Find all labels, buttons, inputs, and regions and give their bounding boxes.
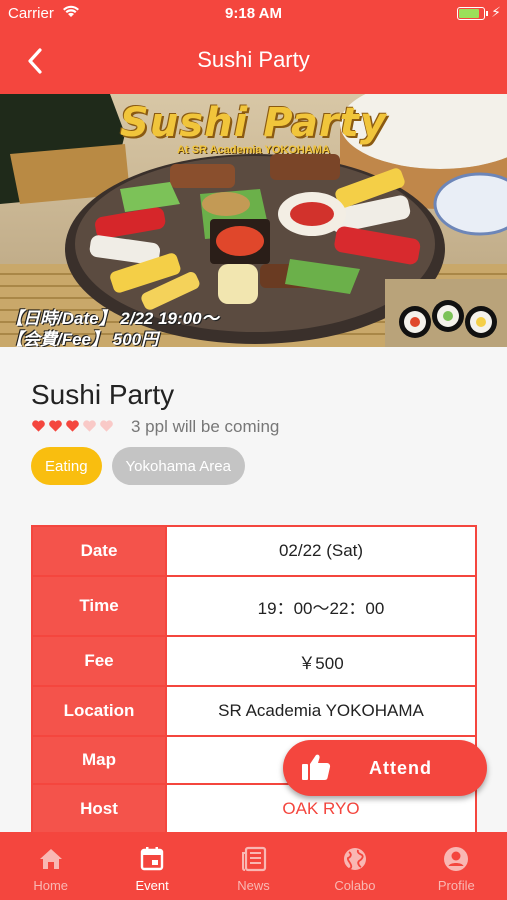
heart-empty-icon xyxy=(100,420,113,432)
table-row: Fee ￥500 xyxy=(31,635,477,687)
attend-button[interactable]: Attend xyxy=(283,740,487,796)
detail-key: Time xyxy=(31,575,167,637)
tab-event[interactable]: Event xyxy=(101,832,202,900)
tag-eating[interactable]: Eating xyxy=(31,447,102,485)
news-icon xyxy=(241,846,266,872)
tab-news[interactable]: News xyxy=(203,832,304,900)
tab-label: Colabo xyxy=(334,878,376,893)
detail-value: 02/22 (Sat) xyxy=(165,525,477,577)
rating-hearts xyxy=(31,419,114,433)
status-bar: Carrier 9:18 AM ⚡ xyxy=(0,0,507,28)
tab-colabo[interactable]: Colabo xyxy=(304,832,405,900)
detail-key: Location xyxy=(31,685,167,737)
hero-fee-line: 【会費/Fee】 500円 xyxy=(6,330,159,347)
tab-home[interactable]: Home xyxy=(0,832,101,900)
tab-profile[interactable]: Profile xyxy=(406,832,507,900)
hero-title: Sushi Party xyxy=(120,100,387,146)
battery-icon xyxy=(457,7,488,20)
calendar-icon xyxy=(140,847,164,871)
navigation-bar: Sushi Party xyxy=(0,28,507,94)
heart-filled-icon xyxy=(32,420,45,432)
detail-value: 19：00〜22：00 xyxy=(165,575,477,637)
heart-filled-icon xyxy=(66,420,79,432)
table-row: Date 02/22 (Sat) xyxy=(31,525,477,577)
detail-key: Date xyxy=(31,525,167,577)
tab-label: Profile xyxy=(437,878,475,893)
table-row: Time 19：00〜22：00 xyxy=(31,575,477,637)
globe-icon xyxy=(343,848,366,870)
tag-yokohama-area[interactable]: Yokohama Area xyxy=(111,447,245,485)
heart-filled-icon xyxy=(49,420,62,432)
detail-key: Fee xyxy=(31,635,167,687)
event-title: Sushi Party xyxy=(31,379,175,410)
heart-empty-icon xyxy=(83,420,96,432)
detail-key: Host xyxy=(31,783,167,832)
page-title: Sushi Party xyxy=(197,47,310,72)
thumbs-up-icon xyxy=(302,754,331,780)
charging-icon: ⚡ xyxy=(491,4,501,20)
hero-subtitle: At SR Academia YOKOHAMA xyxy=(177,144,330,156)
tab-label: Home xyxy=(33,878,69,893)
event-hero-image: Sushi Party At SR Academia YOKOHAMA 【日時/… xyxy=(0,94,507,347)
attend-label: Attend xyxy=(369,758,432,778)
tab-label: News xyxy=(237,878,270,893)
clock: 9:18 AM xyxy=(225,5,282,22)
detail-value: SR Academia YOKOHAMA xyxy=(165,685,477,737)
table-row: Location SR Academia YOKOHAMA xyxy=(31,685,477,737)
profile-icon xyxy=(444,847,469,871)
detail-value: ￥500 xyxy=(165,635,477,687)
home-icon xyxy=(39,849,62,869)
detail-key: Map xyxy=(31,735,167,785)
tab-label: Event xyxy=(135,878,169,893)
tag-list: Eating Yokohama Area xyxy=(31,447,245,485)
tab-bar: Home Event News Colabo Profile xyxy=(0,832,507,900)
attendee-count: 3 ppl will be coming xyxy=(131,417,280,436)
